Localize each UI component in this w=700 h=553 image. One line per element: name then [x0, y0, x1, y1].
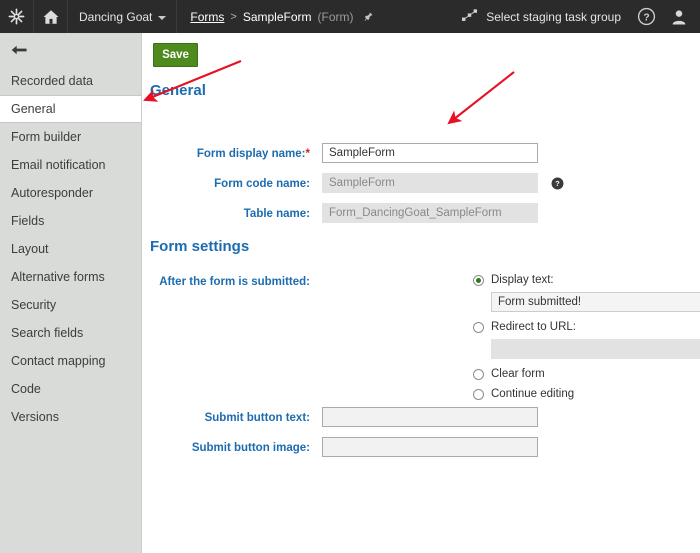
sidebar-item-label: Versions: [11, 410, 59, 424]
save-button[interactable]: Save: [153, 43, 198, 67]
radio-label: Redirect to URL:: [491, 321, 577, 333]
breadcrumb: Forms > SampleForm (Form): [177, 0, 383, 33]
site-name: Dancing Goat: [79, 9, 153, 24]
sidebar-item-label: Fields: [11, 214, 45, 228]
sidebar-item-security[interactable]: Security: [0, 291, 141, 319]
sidebar-navigation: Recorded data General Form builder Email…: [0, 33, 142, 553]
caret-down-icon: [158, 15, 167, 20]
table-name-label: Table name:: [243, 208, 310, 220]
sidebar-item-label: Form builder: [11, 130, 82, 144]
top-header-bar: Dancing Goat Forms > SampleForm (Form) S…: [0, 0, 700, 33]
breadcrumb-separator: >: [230, 10, 237, 23]
sidebar-item-fields[interactable]: Fields: [0, 207, 141, 235]
field-row-form-code-name: Form code name: ?: [150, 173, 564, 193]
sidebar-item-recorded-data[interactable]: Recorded data: [0, 67, 141, 95]
radio-option-clear-form[interactable]: Clear form: [473, 365, 700, 383]
sidebar-item-alternative-forms[interactable]: Alternative forms: [0, 263, 141, 291]
radio-continue-editing-icon[interactable]: [473, 388, 484, 400]
field-row-form-display-name: Form display name:*: [150, 143, 538, 163]
table-name-input: [322, 203, 538, 223]
submit-button-image-label: Submit button image:: [191, 442, 310, 454]
sidebar-item-email-notification[interactable]: Email notification: [0, 151, 141, 179]
help-circle-icon[interactable]: ?: [631, 0, 662, 33]
table-name-control: [322, 203, 538, 223]
sidebar-item-general[interactable]: General: [0, 95, 141, 123]
field-row-submit-button-image: Submit button image:: [150, 437, 538, 457]
sidebar-item-label: Recorded data: [11, 74, 94, 88]
breadcrumb-item-sampleform: SampleForm: [242, 9, 312, 24]
field-row-submit-button-text: Submit button text:: [150, 407, 538, 427]
breadcrumb-type: (Form): [317, 9, 354, 24]
submit-button-text-label: Submit button text:: [204, 412, 310, 424]
radio-option-redirect-to-url[interactable]: Redirect to URL:: [473, 318, 700, 336]
back-arrow-icon[interactable]: [0, 33, 141, 67]
sidebar-item-code[interactable]: Code: [0, 375, 141, 403]
radio-display-text-icon[interactable]: [473, 274, 484, 286]
radio-label: Clear form: [491, 368, 545, 380]
radio-label: Display text:: [491, 274, 554, 286]
display-text-control: [491, 292, 700, 312]
form-code-name-control: ?: [322, 173, 564, 193]
sidebar-item-label: Autoresponder: [11, 186, 94, 200]
redirect-url-control: [491, 339, 700, 359]
staging-tasks-icon: [461, 8, 478, 26]
section-title-general: General: [150, 82, 206, 99]
field-row-table-name: Table name:: [150, 203, 538, 223]
sidebar-item-versions[interactable]: Versions: [0, 403, 141, 431]
redirect-url-input[interactable]: [491, 339, 700, 359]
svg-text:?: ?: [556, 180, 561, 189]
after-submit-radio-group: Display text: Redirect to URL: Clear for…: [473, 271, 700, 405]
sidebar-item-layout[interactable]: Layout: [0, 235, 141, 263]
sidebar-item-search-fields[interactable]: Search fields: [0, 319, 141, 347]
radio-option-display-text[interactable]: Display text:: [473, 271, 700, 289]
form-code-name-input: [322, 173, 538, 193]
form-code-name-label: Form code name:: [214, 178, 310, 190]
form-display-name-label: Form display name:*: [196, 148, 310, 160]
submit-button-text-input[interactable]: [322, 407, 538, 427]
svg-text:?: ?: [643, 12, 649, 23]
sidebar-item-label: Contact mapping: [11, 354, 106, 368]
sidebar-item-form-builder[interactable]: Form builder: [0, 123, 141, 151]
field-row-after-submit: After the form is submitted:: [150, 271, 310, 289]
sidebar-item-label: Email notification: [11, 158, 106, 172]
user-avatar-icon[interactable]: [662, 0, 700, 33]
after-submit-label: After the form is submitted:: [159, 276, 310, 288]
display-text-input[interactable]: [491, 292, 700, 312]
sidebar-item-contact-mapping[interactable]: Contact mapping: [0, 347, 141, 375]
sidebar-item-label: Security: [11, 298, 57, 312]
sidebar-item-label: Search fields: [11, 326, 84, 340]
form-display-name-input[interactable]: [322, 143, 538, 163]
form-code-name-help-icon[interactable]: ?: [551, 177, 564, 190]
form-display-name-control: [322, 143, 538, 163]
submit-button-image-control: [322, 437, 538, 457]
home-icon[interactable]: [34, 0, 68, 33]
staging-task-group-label: Select staging task group: [486, 9, 621, 24]
header-spacer: [384, 0, 452, 33]
sidebar-item-label: Layout: [11, 242, 49, 256]
site-selector[interactable]: Dancing Goat: [68, 0, 178, 33]
radio-redirect-url-icon[interactable]: [473, 321, 484, 333]
main-content: Save General Form display name:* Form co…: [143, 33, 700, 553]
radio-option-continue-editing[interactable]: Continue editing: [473, 385, 700, 403]
staging-task-group-selector[interactable]: Select staging task group: [451, 0, 631, 33]
section-title-form-settings: Form settings: [150, 238, 250, 255]
submit-button-image-input[interactable]: [322, 437, 538, 457]
radio-clear-form-icon[interactable]: [473, 368, 484, 380]
sidebar-item-label: General: [11, 102, 56, 116]
sidebar-item-label: Alternative forms: [11, 270, 105, 284]
radio-label: Continue editing: [491, 388, 575, 400]
kentico-asterisk-icon[interactable]: [0, 0, 34, 33]
breadcrumb-item-forms[interactable]: Forms: [190, 10, 224, 24]
sidebar-item-autoresponder[interactable]: Autoresponder: [0, 179, 141, 207]
submit-button-text-control: [322, 407, 538, 427]
pin-icon[interactable]: [363, 11, 374, 22]
sidebar-item-label: Code: [11, 382, 41, 396]
required-marker: *: [305, 148, 310, 160]
